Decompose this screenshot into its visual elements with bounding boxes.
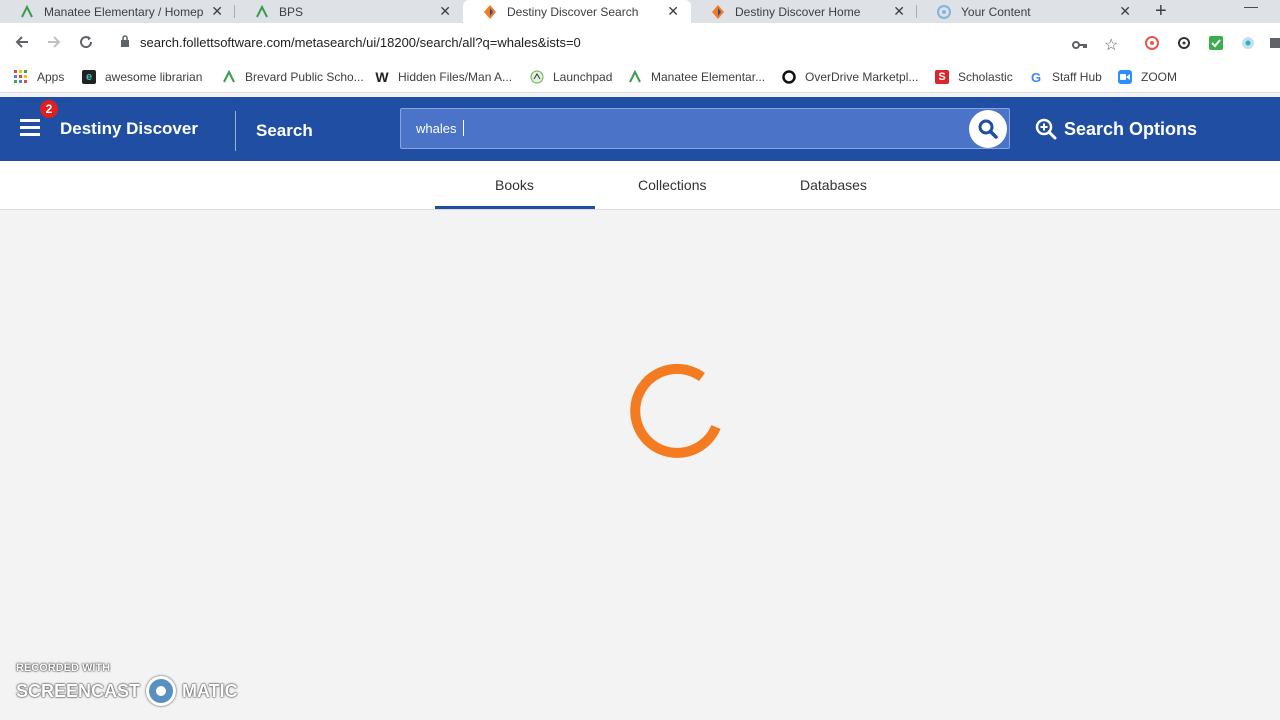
- content-tabs: Books Collections Databases: [0, 161, 1280, 210]
- extension-icon[interactable]: [1144, 35, 1160, 54]
- bookmark-label: awesome librarian: [105, 70, 203, 84]
- zoom-in-icon: [1035, 118, 1057, 140]
- bookmark-staff-hub[interactable]: G Staff Hub: [1029, 69, 1102, 85]
- back-arrow-icon[interactable]: [14, 34, 30, 55]
- green-fan-icon: [20, 4, 34, 19]
- bookmark-hidden-files[interactable]: W Hidden Files/Man A...: [375, 69, 513, 85]
- destiny-icon: [483, 4, 497, 19]
- bookmarks-bar: Apps e awesome librarian Brevard Public …: [0, 63, 1280, 93]
- browser-tab-strip: Manatee Elementary / Homepage ✕ BPS ✕ De…: [0, 0, 1280, 23]
- extension-icon[interactable]: [1176, 35, 1192, 54]
- bookmark-overdrive[interactable]: OverDrive Marketpl...: [782, 70, 918, 84]
- forward-arrow-icon[interactable]: [46, 34, 62, 55]
- browser-tab-manatee[interactable]: Manatee Elementary / Homepage ✕: [0, 0, 235, 23]
- text-caret: [463, 120, 464, 136]
- tab-books[interactable]: Books: [495, 177, 534, 193]
- browser-tab-your-content[interactable]: Your Content ✕: [917, 0, 1143, 23]
- active-tab-indicator: [435, 206, 595, 209]
- loading-spinner-icon: [630, 363, 721, 458]
- google-icon: G: [1030, 69, 1042, 85]
- bookmark-label: OverDrive Marketpl...: [805, 70, 919, 84]
- brand-title[interactable]: Destiny Discover: [60, 119, 198, 139]
- search-options-button[interactable]: Search Options: [1035, 118, 1197, 140]
- green-fan-icon: [222, 70, 236, 84]
- bookmark-label: Brevard Public Scho...: [245, 70, 364, 84]
- apps-grid-icon: [14, 70, 28, 84]
- bookmark-label: ZOOM: [1141, 70, 1177, 84]
- minimize-icon[interactable]: —: [1244, 0, 1258, 14]
- search-button[interactable]: [969, 110, 1007, 148]
- close-tab-icon[interactable]: ✕: [439, 3, 451, 20]
- search-options-label: Search Options: [1064, 118, 1198, 139]
- bookmark-launchpad[interactable]: Launchpad: [530, 70, 612, 84]
- close-tab-icon[interactable]: ✕: [893, 3, 905, 20]
- bookmark-label: Apps: [37, 70, 65, 84]
- green-fan-icon: [628, 70, 642, 84]
- tab-title: Destiny Discover Home: [735, 4, 861, 19]
- launchpad-icon: [530, 70, 544, 84]
- close-tab-icon[interactable]: ✕: [211, 3, 223, 20]
- tab-collections[interactable]: Collections: [638, 177, 706, 193]
- zoom-icon: [1118, 70, 1132, 84]
- browser-toolbar: search.follettsoftware.com/metasearch/ui…: [0, 23, 1280, 63]
- bookmark-label: Scholastic: [958, 70, 1013, 84]
- scholastic-icon: S: [935, 70, 949, 84]
- search-icon: [978, 119, 998, 139]
- destiny-header: 2 Destiny Discover Search whales Search …: [0, 97, 1280, 161]
- new-tab-icon[interactable]: +: [1155, 0, 1167, 23]
- tab-title: BPS: [279, 4, 304, 19]
- section-title: Search: [256, 121, 313, 140]
- bookmark-zoom[interactable]: ZOOM: [1118, 70, 1177, 84]
- extension-icon[interactable]: [1208, 35, 1224, 54]
- tab-title: Your Content: [961, 4, 1031, 19]
- notification-badge: 2: [40, 100, 58, 118]
- awesome-icon: e: [82, 70, 96, 84]
- screencast-logo-icon: [146, 676, 177, 706]
- tab-databases[interactable]: Databases: [800, 177, 867, 193]
- search-input-value: whales: [416, 121, 457, 136]
- bookmark-scholastic[interactable]: S Scholastic: [935, 70, 1013, 84]
- reload-icon[interactable]: [78, 34, 94, 55]
- url-text: search.follettsoftware.com/metasearch/ui…: [140, 34, 581, 50]
- circle-icon: [937, 4, 951, 19]
- close-tab-icon[interactable]: ✕: [1119, 3, 1131, 20]
- address-bar[interactable]: search.follettsoftware.com/metasearch/ui…: [108, 27, 1128, 57]
- screencast-watermark: RECORDED WITH SCREENCAST MATIC: [16, 662, 238, 706]
- header-divider: [235, 111, 236, 151]
- tab-title: Destiny Discover Search: [507, 4, 639, 19]
- key-icon[interactable]: [1072, 37, 1088, 53]
- bookmark-apps[interactable]: Apps: [14, 70, 64, 84]
- browser-tab-bps[interactable]: BPS ✕: [235, 0, 463, 23]
- destiny-icon: [711, 4, 725, 19]
- tab-title: Manatee Elementary / Homepage: [44, 4, 204, 19]
- watermark-right: MATIC: [182, 680, 238, 701]
- search-input[interactable]: whales: [400, 108, 1010, 149]
- w-icon: W: [375, 69, 389, 85]
- bookmark-label: Manatee Elementar...: [651, 70, 766, 84]
- watermark-left: SCREENCAST: [16, 680, 141, 701]
- close-tab-icon[interactable]: ✕: [667, 3, 679, 20]
- star-icon[interactable]: ☆: [1104, 35, 1118, 55]
- bookmark-label: Staff Hub: [1052, 70, 1102, 84]
- browser-tab-destiny-search[interactable]: Destiny Discover Search ✕: [463, 0, 691, 23]
- bookmark-manatee[interactable]: Manatee Elementar...: [628, 70, 765, 84]
- hamburger-menu-icon[interactable]: [20, 119, 40, 140]
- bookmark-label: Launchpad: [553, 70, 613, 84]
- lock-icon: [120, 34, 130, 50]
- green-fan-icon: [255, 4, 269, 19]
- browser-tab-destiny-home[interactable]: Destiny Discover Home ✕: [691, 0, 917, 23]
- extension-icon[interactable]: [1240, 35, 1256, 54]
- bookmark-brevard[interactable]: Brevard Public Scho...: [222, 70, 364, 84]
- overdrive-icon: [782, 70, 796, 84]
- puzzle-icon[interactable]: [1268, 35, 1280, 54]
- watermark-recorded-with: RECORDED WITH: [16, 662, 111, 674]
- bookmark-awesome-librarian[interactable]: e awesome librarian: [82, 70, 202, 84]
- bookmark-label: Hidden Files/Man A...: [398, 70, 513, 84]
